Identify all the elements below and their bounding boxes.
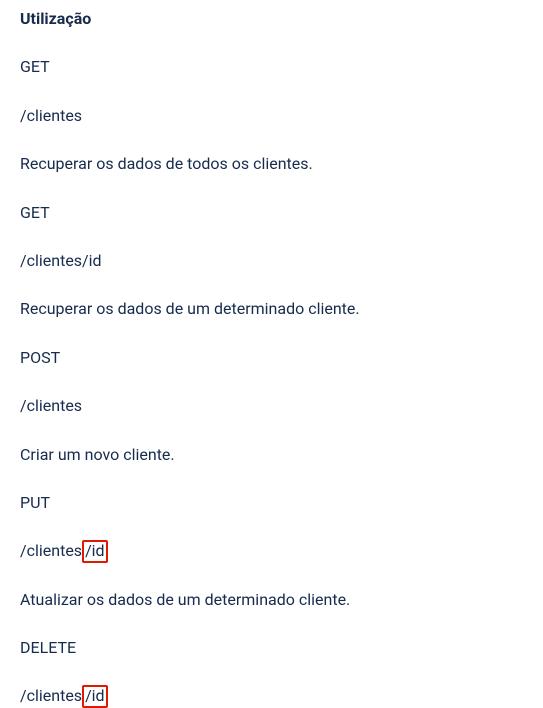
http-method: DELETE: [20, 637, 523, 659]
endpoint-description: Recuperar os dados de um determinado cli…: [20, 298, 523, 320]
http-method: GET: [20, 56, 523, 78]
endpoint-description: Criar um novo cliente.: [20, 444, 523, 466]
http-method: POST: [20, 347, 523, 369]
path-param-highlight: /id: [82, 540, 108, 562]
http-method: PUT: [20, 492, 523, 514]
endpoint-path: /clientes/id: [20, 540, 523, 562]
endpoint-path: /clientes/id: [20, 250, 523, 272]
path-prefix: /clientes: [20, 541, 82, 560]
section-heading: Utilização: [20, 8, 523, 30]
path-param-highlight: /id: [82, 685, 108, 707]
endpoint-path: /clientes: [20, 105, 523, 127]
endpoint-description: Recuperar os dados de todos os clientes.: [20, 153, 523, 175]
path-prefix: /clientes: [20, 686, 82, 705]
endpoint-path: /clientes/id: [20, 685, 523, 707]
endpoint-description: Atualizar os dados de um determinado cli…: [20, 589, 523, 611]
endpoint-path: /clientes: [20, 395, 523, 417]
http-method: GET: [20, 202, 523, 224]
